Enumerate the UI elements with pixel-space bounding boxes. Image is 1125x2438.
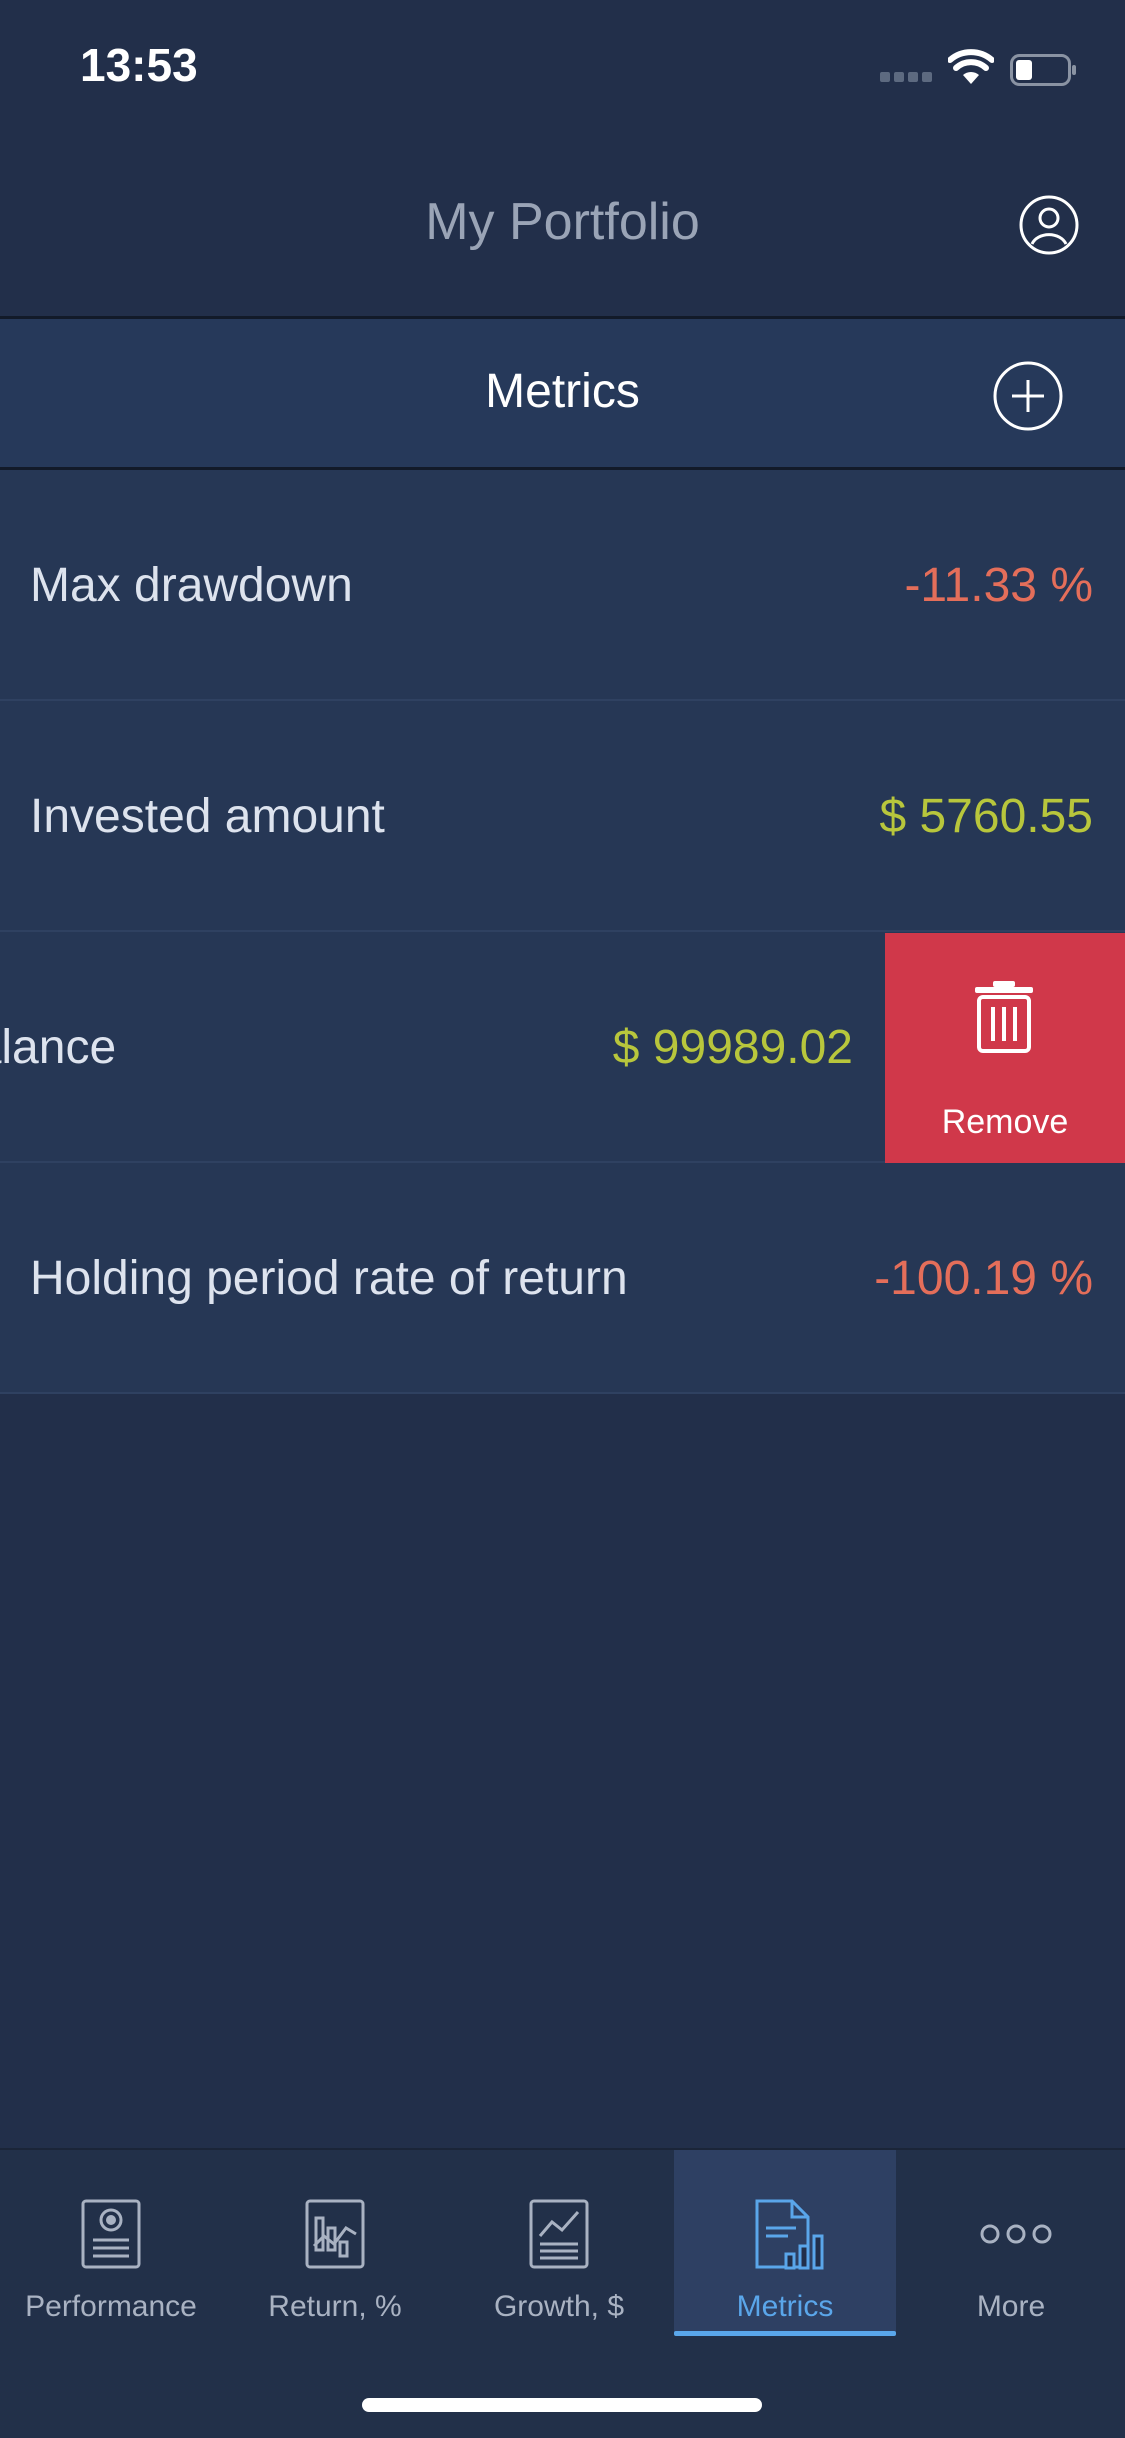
tab-label: Metrics bbox=[736, 2290, 834, 2323]
page-title: My Portfolio bbox=[425, 193, 700, 251]
trash-icon bbox=[975, 981, 1033, 1053]
section-title: Metrics bbox=[485, 365, 640, 418]
metric-row-max-drawdown[interactable]: Max drawdown -11.33 % bbox=[0, 470, 1125, 701]
status-time: 13:53 bbox=[80, 39, 198, 91]
home-indicator[interactable] bbox=[362, 2398, 762, 2412]
metric-label: Holding period rate of return bbox=[30, 1252, 628, 1305]
metric-value: $ 99989.02 bbox=[612, 1021, 853, 1074]
tab-growth[interactable]: Growth, $ bbox=[448, 2150, 670, 2334]
return-chart-icon bbox=[305, 2199, 365, 2269]
tab-more[interactable]: More bbox=[900, 2150, 1122, 2334]
metric-row-holding-period-return[interactable]: Holding period rate of return -100.19 % bbox=[0, 1163, 1125, 1394]
tab-metrics[interactable]: Metrics bbox=[674, 2150, 896, 2336]
profile-icon[interactable] bbox=[1018, 194, 1080, 256]
remove-label: Remove bbox=[941, 1103, 1069, 1141]
wifi-icon bbox=[948, 49, 994, 84]
metric-value: $ 5760.55 bbox=[879, 790, 1093, 843]
metric-label: Max drawdown bbox=[30, 559, 353, 612]
more-dots-icon bbox=[980, 2224, 1052, 2244]
tab-label: Performance bbox=[25, 2290, 197, 2323]
cellular-signal-icon bbox=[880, 72, 934, 84]
metric-label: Invested amount bbox=[30, 790, 385, 843]
battery-icon bbox=[1010, 54, 1076, 86]
tab-label: Return, % bbox=[268, 2290, 402, 2323]
metric-value: -100.19 % bbox=[874, 1252, 1093, 1305]
growth-chart-icon bbox=[529, 2199, 589, 2269]
tab-label: Growth, $ bbox=[493, 2290, 625, 2323]
section-header: Metrics bbox=[0, 319, 1125, 470]
remove-button[interactable]: Remove bbox=[885, 933, 1125, 1163]
tab-label: More bbox=[976, 2290, 1046, 2323]
metric-label: balance bbox=[0, 1021, 117, 1074]
metric-row-invested-amount[interactable]: Invested amount $ 5760.55 bbox=[0, 701, 1125, 932]
status-bar: 13:53 bbox=[0, 0, 1125, 140]
tab-return[interactable]: Return, % bbox=[224, 2150, 446, 2334]
app-header: My Portfolio bbox=[0, 140, 1125, 319]
add-metric-button[interactable] bbox=[992, 360, 1064, 432]
performance-icon bbox=[81, 2199, 141, 2269]
metrics-icon bbox=[755, 2199, 824, 2270]
tab-performance[interactable]: Performance bbox=[0, 2150, 222, 2334]
tab-bar: Performance Return, % Growth, $ Metrics … bbox=[0, 2148, 1125, 2438]
metric-value: -11.33 % bbox=[904, 559, 1093, 612]
active-tab-indicator bbox=[674, 2331, 896, 2336]
